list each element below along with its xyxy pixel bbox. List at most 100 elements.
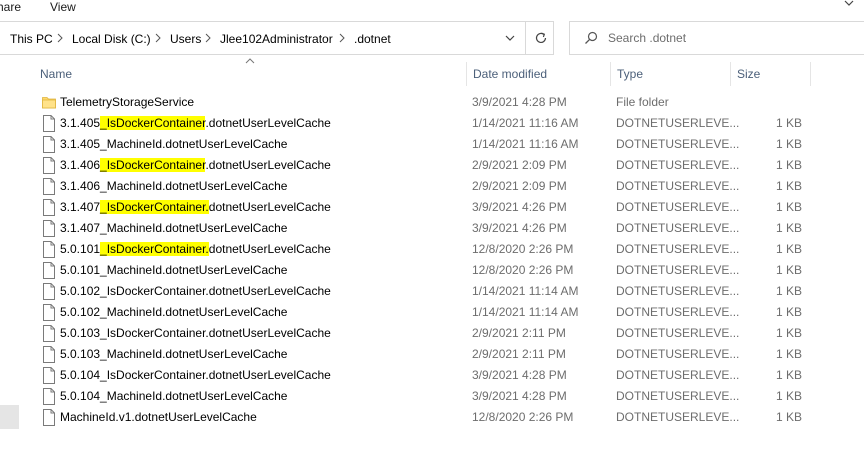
file-row[interactable]: 3.1.407_MachineId.dotnetUserLevelCache 3/…	[36, 218, 812, 239]
file-row[interactable]: 3.1.406_IsDockerContainer.dotnetUserLeve…	[36, 155, 812, 176]
file-date-modified: 3/9/2021 4:28 PM	[472, 368, 567, 382]
file-type: DOTNETUSERLEVE...	[616, 347, 740, 361]
breadcrumb-separator-icon[interactable]	[154, 31, 162, 45]
file-type: DOTNETUSERLEVE...	[616, 368, 740, 382]
column-header-type[interactable]: Type	[611, 62, 730, 86]
search-input[interactable]	[608, 30, 848, 46]
file-row[interactable]: 5.0.103_IsDockerContainer.dotnetUserLeve…	[36, 323, 812, 344]
file-date-modified: 2/9/2021 2:11 PM	[472, 326, 566, 340]
file-row[interactable]: 5.0.104_IsDockerContainer.dotnetUserLeve…	[36, 365, 812, 386]
file-name: 5.0.102_MachineId.dotnetUserLevelCache	[60, 305, 287, 319]
file-date-modified: 1/14/2021 11:14 AM	[472, 305, 579, 319]
file-icon	[43, 388, 55, 405]
file-size: 1 KB	[775, 368, 802, 382]
tab-share[interactable]: hare	[0, 0, 21, 14]
file-row[interactable]: MachineId.v1.dotnetUserLevelCache 12/8/20…	[36, 407, 812, 428]
nav-pane-selected-item[interactable]	[0, 405, 19, 429]
file-date-modified: 3/9/2021 4:28 PM	[472, 95, 567, 109]
file-row[interactable]: 5.0.101_IsDockerContainer.dotnetUserLeve…	[36, 239, 812, 260]
highlighted-text: _IsDockerContainer	[100, 116, 206, 130]
file-name-part: 3.1.407	[60, 200, 101, 214]
file-name-part: dotnetUserLevelCache	[208, 242, 331, 256]
column-divider[interactable]	[810, 62, 811, 86]
file-icon	[43, 220, 55, 237]
file-row[interactable]: 3.1.405_MachineId.dotnetUserLevelCache 1/…	[36, 134, 812, 155]
file-size: 1 KB	[775, 242, 802, 256]
file-name-part: TelemetryStorageService	[60, 95, 195, 109]
refresh-icon[interactable]	[534, 31, 548, 45]
chevron-down-icon[interactable]	[505, 34, 515, 42]
ribbon-expand-icon[interactable]	[844, 0, 854, 8]
file-row[interactable]: 3.1.406_MachineId.dotnetUserLevelCache 2/…	[36, 176, 812, 197]
highlighted-text: _IsDockerContainer.	[100, 200, 209, 214]
breadcrumb-user-folder[interactable]: Jlee102Administrator	[220, 32, 333, 46]
column-header-name[interactable]: Name	[36, 62, 466, 86]
file-date-modified: 2/9/2021 2:11 PM	[472, 347, 566, 361]
breadcrumb-this-pc[interactable]: This PC	[10, 32, 53, 46]
file-icon	[43, 262, 55, 279]
breadcrumb-separator-icon[interactable]	[204, 31, 212, 45]
file-size: 1 KB	[775, 305, 802, 319]
breadcrumb-separator-icon[interactable]	[56, 31, 64, 45]
breadcrumb-local-disk[interactable]: Local Disk (C:)	[72, 32, 151, 46]
column-header-size[interactable]: Size	[731, 62, 811, 86]
search-box[interactable]	[569, 21, 864, 55]
file-name-part: 5.0.103_MachineId.dotnetUserLevelCache	[60, 347, 288, 361]
file-row[interactable]: TelemetryStorageService 3/9/2021 4:28 PM F…	[36, 92, 812, 113]
file-size: 1 KB	[775, 326, 802, 340]
file-size: 1 KB	[775, 389, 802, 403]
file-name: TelemetryStorageService	[60, 95, 194, 109]
breadcrumb-dotnet[interactable]: .dotnet	[354, 32, 391, 46]
file-date-modified: 12/8/2020 2:26 PM	[472, 242, 574, 256]
file-name: 5.0.104_IsDockerContainer.dotnetUserLeve…	[60, 368, 331, 382]
file-name-part: 5.0.103_IsDockerContainer.dotnetUserLeve…	[60, 326, 331, 340]
file-type: DOTNETUSERLEVE...	[616, 137, 740, 151]
file-name: 3.1.407_IsDockerContainer.dotnetUserLeve…	[60, 200, 331, 214]
file-name-part: 3.1.405_MachineId.dotnetUserLevelCache	[60, 137, 288, 151]
file-icon	[43, 115, 55, 132]
breadcrumb-users[interactable]: Users	[170, 32, 201, 46]
column-header-name-label: Name	[40, 67, 73, 81]
breadcrumb-separator-icon[interactable]	[338, 31, 346, 45]
file-type: DOTNETUSERLEVE...	[616, 158, 740, 172]
file-date-modified: 3/9/2021 4:26 PM	[472, 221, 567, 235]
tab-view[interactable]: View	[50, 0, 76, 14]
file-icon	[43, 178, 55, 195]
file-type: DOTNETUSERLEVE...	[616, 326, 740, 340]
file-type: DOTNETUSERLEVE...	[616, 263, 740, 277]
file-date-modified: 1/14/2021 11:16 AM	[472, 137, 579, 151]
file-row[interactable]: 5.0.103_MachineId.dotnetUserLevelCache 2/…	[36, 344, 812, 365]
file-row[interactable]: 5.0.101_MachineId.dotnetUserLevelCache 12…	[36, 260, 812, 281]
file-name-part: 5.0.101_MachineId.dotnetUserLevelCache	[60, 263, 288, 277]
file-name: 3.1.406_MachineId.dotnetUserLevelCache	[60, 179, 287, 193]
search-icon	[585, 31, 598, 44]
file-row[interactable]: 5.0.102_IsDockerContainer.dotnetUserLeve…	[36, 281, 812, 302]
file-icon	[43, 367, 55, 384]
folder-icon	[42, 97, 56, 109]
file-row[interactable]: 5.0.102_MachineId.dotnetUserLevelCache 1/…	[36, 302, 812, 323]
address-bar[interactable]: This PC Local Disk (C:) Users Jlee102Adm…	[0, 21, 554, 55]
highlighted-text: _IsDockerContainer.	[100, 242, 209, 256]
column-header-date[interactable]: Date modified	[467, 62, 610, 86]
file-size: 1 KB	[775, 137, 802, 151]
file-icon	[43, 346, 55, 363]
address-divider	[525, 22, 526, 54]
highlighted-text: _IsDockerContainer	[100, 158, 206, 172]
file-type: DOTNETUSERLEVE...	[616, 179, 740, 193]
file-type: DOTNETUSERLEVE...	[616, 389, 740, 403]
file-name: 5.0.102_IsDockerContainer.dotnetUserLeve…	[60, 284, 331, 298]
file-size: 1 KB	[775, 347, 802, 361]
file-icon	[43, 304, 55, 321]
file-name: 5.0.103_MachineId.dotnetUserLevelCache	[60, 347, 287, 361]
file-size: 1 KB	[775, 221, 802, 235]
file-name: 5.0.104_MachineId.dotnetUserLevelCache	[60, 389, 287, 403]
file-name-part: 3.1.405	[60, 116, 101, 130]
file-name-part: 3.1.406_MachineId.dotnetUserLevelCache	[60, 179, 288, 193]
file-row[interactable]: 5.0.104_MachineId.dotnetUserLevelCache 3/…	[36, 386, 812, 407]
file-name-part: 5.0.102_IsDockerContainer.dotnetUserLeve…	[60, 284, 331, 298]
file-row[interactable]: 3.1.407_IsDockerContainer.dotnetUserLeve…	[36, 197, 812, 218]
file-row[interactable]: 3.1.405_IsDockerContainer.dotnetUserLeve…	[36, 113, 812, 134]
file-name-part: 5.0.101	[60, 242, 101, 256]
file-size: 1 KB	[775, 284, 802, 298]
file-date-modified: 1/14/2021 11:14 AM	[472, 284, 579, 298]
